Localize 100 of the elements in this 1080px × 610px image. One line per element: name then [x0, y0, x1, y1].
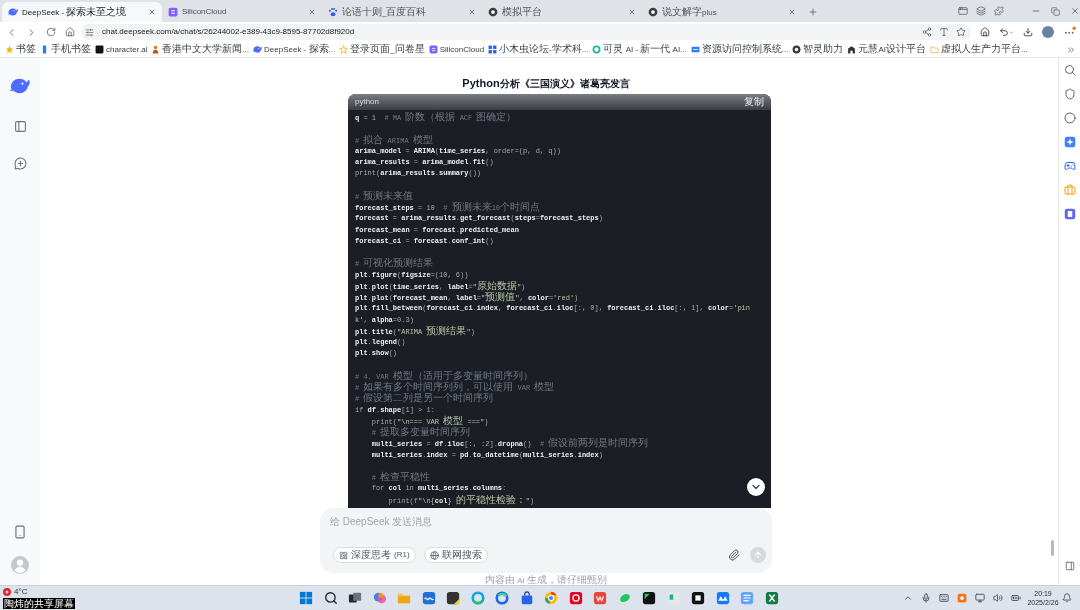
bookmark[interactable]: 书签	[5, 43, 36, 56]
bookmark[interactable]: 元慧AI设计平台	[847, 43, 926, 56]
browser-tab[interactable]: 说文解字plus	[642, 2, 802, 22]
site-info-icon[interactable]	[85, 27, 94, 37]
gamepad-icon[interactable]	[1063, 160, 1076, 172]
mic-icon[interactable]	[921, 593, 931, 603]
browser-tab[interactable]: DeepSeek - 探索未至之境	[2, 2, 162, 22]
keyboard-icon[interactable]	[939, 593, 949, 603]
browser-tab[interactable]: 论语十则_百度百科	[322, 2, 482, 22]
temperature-text: 4°C	[14, 587, 28, 597]
undo-icon[interactable]	[999, 27, 1009, 37]
ring-icon	[592, 45, 602, 54]
address-bar[interactable]: chat.deepseek.com/a/chat/s/26244002-e389-43c9-8595-87702d8f920d	[81, 24, 971, 40]
mountains-icon	[715, 591, 730, 605]
atom-icon	[339, 550, 348, 560]
browser-tab[interactable]: SiliconCloud	[162, 2, 322, 22]
bookmark[interactable]: 虚拟人生产力平台...	[930, 43, 1028, 56]
task-view-icon	[348, 591, 362, 605]
download-icon[interactable]	[1023, 27, 1033, 37]
restore-icon[interactable]	[1051, 6, 1060, 16]
bookmark[interactable]: 香港中文大学新闻...	[151, 43, 250, 56]
puzzle-icon[interactable]	[994, 6, 1004, 16]
share-icon[interactable]	[922, 27, 932, 37]
browser-tab[interactable]: 模拟平台	[482, 2, 642, 22]
square-logo-icon	[642, 591, 656, 605]
message-input[interactable]: 给 DeepSeek 发送消息	[330, 514, 590, 528]
chat-title: Python分析《三国演义》诸葛亮发言	[462, 76, 630, 91]
phone-icon[interactable]	[13, 525, 27, 539]
scrollbar-thumb[interactable]	[1051, 540, 1054, 556]
new-chat-icon[interactable]	[13, 157, 27, 170]
chevron-up-icon[interactable]	[903, 593, 913, 603]
folder-icon	[397, 591, 411, 605]
square-logo-icon	[95, 45, 104, 54]
window-icon	[421, 591, 436, 605]
bookmark[interactable]: character.ai	[95, 43, 148, 56]
whale-icon	[253, 45, 263, 54]
square-logo-icon	[168, 7, 178, 17]
window-icon	[666, 591, 681, 605]
paw-icon	[328, 7, 338, 17]
whale-icon[interactable]	[10, 76, 30, 96]
window-icon	[690, 45, 700, 54]
close-icon[interactable]	[468, 8, 476, 16]
window-icon[interactable]	[958, 6, 968, 16]
shopping-bag-icon	[519, 591, 534, 605]
circles-icon	[372, 591, 387, 605]
monitor-icon[interactable]	[975, 593, 985, 603]
tile-icon[interactable]	[1063, 208, 1076, 220]
folder-icon	[930, 45, 939, 54]
text-icon[interactable]	[939, 27, 949, 37]
close-icon[interactable]	[308, 8, 316, 16]
tile-icon[interactable]	[957, 593, 967, 603]
code-language-label: python	[355, 97, 380, 107]
copy-button[interactable]: 复制	[744, 95, 764, 109]
dot-icon	[3, 588, 11, 596]
close-icon[interactable]	[628, 8, 636, 16]
star-icon[interactable]	[956, 27, 966, 37]
sidebar-toggle-icon[interactable]	[13, 120, 27, 133]
ring-icon	[488, 7, 498, 17]
avatar-icon[interactable]	[1042, 26, 1054, 38]
sparkle-icon[interactable]	[1063, 136, 1076, 148]
close-icon[interactable]	[148, 8, 156, 16]
shield-icon[interactable]	[1063, 88, 1076, 100]
speaker-icon[interactable]	[993, 593, 1003, 603]
bookmark[interactable]: DeepSeek - 探索...	[253, 43, 336, 56]
leaf-icon	[617, 591, 632, 605]
home-icon[interactable]	[980, 27, 990, 37]
paperclip-icon[interactable]	[728, 549, 740, 561]
ring-icon	[470, 591, 485, 605]
tile-icon	[691, 591, 705, 605]
home-icon[interactable]	[65, 27, 75, 37]
bell-icon[interactable]	[1062, 593, 1072, 603]
bookmark[interactable]: SiliconCloud	[428, 43, 485, 56]
plus-icon[interactable]	[808, 7, 818, 17]
star-icon	[5, 45, 14, 54]
close-icon[interactable]	[788, 8, 796, 16]
bookmark[interactable]: 登录页面_问卷星	[339, 43, 425, 56]
scroll-down-button[interactable]	[747, 478, 765, 496]
option-toggle[interactable]: 深度思考 (R1)	[333, 547, 416, 563]
star-icon	[339, 45, 349, 54]
bookmark[interactable]: 可灵 AI - 新一代 AI...	[592, 43, 687, 56]
bookmark[interactable]: 小木虫论坛-学术科...	[488, 43, 589, 56]
close-icon[interactable]	[1070, 6, 1080, 16]
layers-icon[interactable]	[976, 6, 986, 16]
circle-icon[interactable]	[1063, 112, 1076, 124]
bookmark[interactable]: 智灵助力	[792, 43, 844, 56]
panel-icon[interactable]	[1064, 561, 1075, 571]
circle-logo-icon	[544, 591, 558, 605]
bookmark[interactable]: 手机书签	[40, 43, 91, 56]
ring-icon	[648, 7, 658, 17]
globe-icon	[429, 550, 439, 560]
battery-icon[interactable]	[1011, 593, 1021, 603]
ring-icon	[792, 45, 802, 54]
reload-icon[interactable]	[46, 27, 56, 37]
chevrons-right-icon[interactable]	[1066, 44, 1076, 55]
sticky-note-icon	[446, 591, 460, 605]
option-toggle[interactable]: 联网搜索	[423, 547, 488, 563]
bookmark[interactable]: 资源访问控制系统...	[690, 43, 789, 56]
building-icon	[847, 45, 857, 54]
search-icon[interactable]	[323, 591, 338, 605]
notepad-icon	[740, 591, 754, 605]
